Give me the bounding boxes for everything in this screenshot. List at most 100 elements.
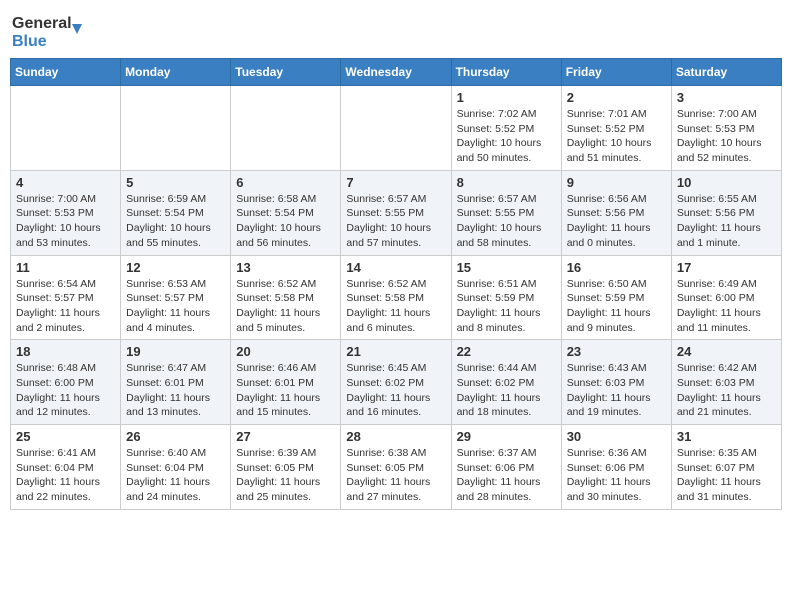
day-number: 25 (16, 429, 115, 444)
calendar-day-cell: 30Sunrise: 6:36 AM Sunset: 6:06 PM Dayli… (561, 425, 671, 510)
day-number: 11 (16, 260, 115, 275)
day-info: Sunrise: 6:35 AM Sunset: 6:07 PM Dayligh… (677, 446, 776, 505)
calendar-day-cell: 31 Sunrise: 6:35 AM Sunset: 6:07 PM Dayli… (671, 425, 781, 510)
day-number: 9 (567, 175, 666, 190)
day-number: 1 (457, 90, 556, 105)
svg-text:General: General (12, 15, 72, 32)
day-number: 12 (126, 260, 225, 275)
calendar-day-cell: 28 Sunrise: 6:38 AM Sunset: 6:05 PM Dayli… (341, 425, 451, 510)
day-number: 16 (567, 260, 666, 275)
day-number: 23 (567, 344, 666, 359)
day-info: Sunrise: 6:37 AM Sunset: 6:06 PM Dayligh… (457, 446, 556, 505)
calendar-day-cell: 17 Sunrise: 6:49 AM Sunset: 6:00 PM Dayli… (671, 255, 781, 340)
weekday-header: Sunday (11, 59, 121, 86)
calendar-day-cell: 10 Sunrise: 6:55 AM Sunset: 5:56 PM Dayli… (671, 170, 781, 255)
calendar-day-cell: 22Sunrise: 6:44 AM Sunset: 6:02 PM Dayli… (451, 340, 561, 425)
calendar-day-cell: 9Sunrise: 6:56 AM Sunset: 5:56 PM Daylig… (561, 170, 671, 255)
calendar-day-cell: 13Sunrise: 6:52 AM Sunset: 5:58 PM Dayli… (231, 255, 341, 340)
calendar-day-cell: 2Sunrise: 7:01 AM Sunset: 5:52 PM Daylig… (561, 86, 671, 171)
day-info: Sunrise: 6:38 AM Sunset: 6:05 PM Dayligh… (346, 446, 445, 505)
calendar-day-cell: 19 Sunrise: 6:47 AM Sunset: 6:01 PM Dayli… (121, 340, 231, 425)
calendar-day-cell: 21 Sunrise: 6:45 AM Sunset: 6:02 PM Dayli… (341, 340, 451, 425)
logo: GeneralBlue (10, 10, 90, 50)
calendar-day-cell: 12 Sunrise: 6:53 AM Sunset: 5:57 PM Dayli… (121, 255, 231, 340)
day-info: Sunrise: 6:40 AM Sunset: 6:04 PM Dayligh… (126, 446, 225, 505)
calendar-day-cell (231, 86, 341, 171)
day-number: 3 (677, 90, 776, 105)
day-info: Sunrise: 6:48 AM Sunset: 6:00 PM Dayligh… (16, 361, 115, 420)
day-info: Sunrise: 6:51 AM Sunset: 5:59 PM Dayligh… (457, 277, 556, 336)
calendar-day-cell (11, 86, 121, 171)
calendar-week-row: 4 Sunrise: 7:00 AM Sunset: 5:53 PM Daylig… (11, 170, 782, 255)
weekday-header: Friday (561, 59, 671, 86)
day-info: Sunrise: 6:47 AM Sunset: 6:01 PM Dayligh… (126, 361, 225, 420)
day-number: 24 (677, 344, 776, 359)
calendar-day-cell: 4 Sunrise: 7:00 AM Sunset: 5:53 PM Daylig… (11, 170, 121, 255)
calendar-day-cell: 11 Sunrise: 6:54 AM Sunset: 5:57 PM Dayli… (11, 255, 121, 340)
day-number: 14 (346, 260, 445, 275)
day-info: Sunrise: 6:43 AM Sunset: 6:03 PM Dayligh… (567, 361, 666, 420)
calendar-day-cell: 26 Sunrise: 6:40 AM Sunset: 6:04 PM Dayli… (121, 425, 231, 510)
calendar-day-cell: 6 Sunrise: 6:58 AM Sunset: 5:54 PM Daylig… (231, 170, 341, 255)
calendar-day-cell: 16 Sunrise: 6:50 AM Sunset: 5:59 PM Dayli… (561, 255, 671, 340)
day-info: Sunrise: 6:39 AM Sunset: 6:05 PM Dayligh… (236, 446, 335, 505)
day-number: 17 (677, 260, 776, 275)
calendar-table: SundayMondayTuesdayWednesdayThursdayFrid… (10, 58, 782, 510)
calendar-header: SundayMondayTuesdayWednesdayThursdayFrid… (11, 59, 782, 86)
day-info: Sunrise: 6:50 AM Sunset: 5:59 PM Dayligh… (567, 277, 666, 336)
day-number: 8 (457, 175, 556, 190)
day-number: 20 (236, 344, 335, 359)
day-number: 26 (126, 429, 225, 444)
day-info: Sunrise: 6:55 AM Sunset: 5:56 PM Dayligh… (677, 192, 776, 251)
calendar-day-cell: 3Sunrise: 7:00 AM Sunset: 5:53 PM Daylig… (671, 86, 781, 171)
page-header: GeneralBlue (10, 10, 782, 50)
day-number: 2 (567, 90, 666, 105)
calendar-day-cell: 27Sunrise: 6:39 AM Sunset: 6:05 PM Dayli… (231, 425, 341, 510)
day-number: 22 (457, 344, 556, 359)
calendar-day-cell: 1 Sunrise: 7:02 AM Sunset: 5:52 PM Daylig… (451, 86, 561, 171)
calendar-week-row: 18 Sunrise: 6:48 AM Sunset: 6:00 PM Dayli… (11, 340, 782, 425)
calendar-week-row: 11 Sunrise: 6:54 AM Sunset: 5:57 PM Dayli… (11, 255, 782, 340)
calendar-week-row: 25 Sunrise: 6:41 AM Sunset: 6:04 PM Dayli… (11, 425, 782, 510)
calendar-day-cell (341, 86, 451, 171)
day-number: 21 (346, 344, 445, 359)
day-number: 10 (677, 175, 776, 190)
day-info: Sunrise: 7:02 AM Sunset: 5:52 PM Dayligh… (457, 107, 556, 166)
day-info: Sunrise: 6:42 AM Sunset: 6:03 PM Dayligh… (677, 361, 776, 420)
svg-text:Blue: Blue (12, 33, 47, 50)
calendar-day-cell: 15 Sunrise: 6:51 AM Sunset: 5:59 PM Dayli… (451, 255, 561, 340)
day-number: 7 (346, 175, 445, 190)
weekday-header: Thursday (451, 59, 561, 86)
day-info: Sunrise: 6:53 AM Sunset: 5:57 PM Dayligh… (126, 277, 225, 336)
day-number: 5 (126, 175, 225, 190)
day-number: 4 (16, 175, 115, 190)
day-info: Sunrise: 6:45 AM Sunset: 6:02 PM Dayligh… (346, 361, 445, 420)
calendar-day-cell: 25 Sunrise: 6:41 AM Sunset: 6:04 PM Dayli… (11, 425, 121, 510)
day-number: 15 (457, 260, 556, 275)
day-number: 6 (236, 175, 335, 190)
calendar-day-cell: 23 Sunrise: 6:43 AM Sunset: 6:03 PM Dayli… (561, 340, 671, 425)
logo-icon: GeneralBlue (10, 10, 90, 50)
calendar-day-cell: 29 Sunrise: 6:37 AM Sunset: 6:06 PM Dayli… (451, 425, 561, 510)
day-number: 19 (126, 344, 225, 359)
day-info: Sunrise: 6:52 AM Sunset: 5:58 PM Dayligh… (236, 277, 335, 336)
day-info: Sunrise: 6:41 AM Sunset: 6:04 PM Dayligh… (16, 446, 115, 505)
day-info: Sunrise: 6:58 AM Sunset: 5:54 PM Dayligh… (236, 192, 335, 251)
calendar-day-cell: 24 Sunrise: 6:42 AM Sunset: 6:03 PM Dayli… (671, 340, 781, 425)
day-number: 28 (346, 429, 445, 444)
weekday-row: SundayMondayTuesdayWednesdayThursdayFrid… (11, 59, 782, 86)
day-info: Sunrise: 7:00 AM Sunset: 5:53 PM Dayligh… (16, 192, 115, 251)
calendar-week-row: 1 Sunrise: 7:02 AM Sunset: 5:52 PM Daylig… (11, 86, 782, 171)
day-info: Sunrise: 6:52 AM Sunset: 5:58 PM Dayligh… (346, 277, 445, 336)
day-number: 29 (457, 429, 556, 444)
weekday-header: Tuesday (231, 59, 341, 86)
day-info: Sunrise: 6:54 AM Sunset: 5:57 PM Dayligh… (16, 277, 115, 336)
day-info: Sunrise: 6:36 AM Sunset: 6:06 PM Dayligh… (567, 446, 666, 505)
day-number: 31 (677, 429, 776, 444)
day-info: Sunrise: 6:49 AM Sunset: 6:00 PM Dayligh… (677, 277, 776, 336)
calendar-day-cell: 8Sunrise: 6:57 AM Sunset: 5:55 PM Daylig… (451, 170, 561, 255)
weekday-header: Saturday (671, 59, 781, 86)
day-info: Sunrise: 6:57 AM Sunset: 5:55 PM Dayligh… (346, 192, 445, 251)
day-info: Sunrise: 6:46 AM Sunset: 6:01 PM Dayligh… (236, 361, 335, 420)
day-number: 18 (16, 344, 115, 359)
